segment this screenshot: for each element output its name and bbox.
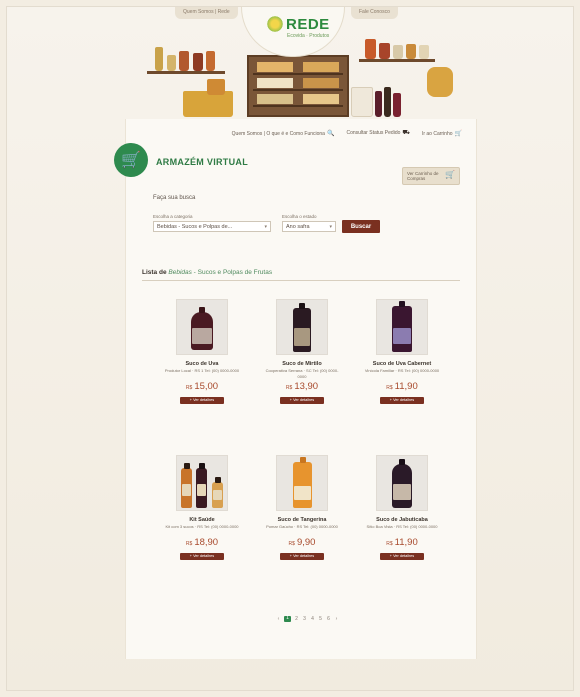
product-name[interactable]: Suco de Uva: [152, 361, 252, 367]
pagination-page[interactable]: 5: [318, 616, 323, 622]
jar-image: [179, 51, 189, 71]
state-label: Escolha o estado: [282, 214, 317, 219]
product-image[interactable]: [276, 455, 328, 511]
jar-image: [206, 51, 215, 71]
basket-image: [427, 67, 453, 97]
top-link-contact[interactable]: Fale Conosco: [351, 7, 398, 19]
cart-icon: 🛒: [445, 170, 455, 179]
bag-image: [351, 87, 373, 117]
product-price: R$ 11,90: [386, 381, 418, 392]
product-image[interactable]: [176, 455, 228, 511]
bottle-image: [375, 91, 382, 117]
divider: [142, 280, 460, 281]
category-select[interactable]: Bebidas - Sucos e Polpas de... ▾: [153, 221, 271, 232]
pagination-page[interactable]: 1: [284, 616, 291, 622]
utility-link-about[interactable]: Quem Somos | O que é e Como Funciona 🔍: [232, 130, 335, 137]
right-shelf: [359, 59, 435, 62]
truck-icon: ⛟: [402, 130, 410, 136]
product-name[interactable]: Suco de Uva Cabernet: [352, 361, 452, 367]
product-price: R$ 9,90: [288, 537, 316, 548]
state-select[interactable]: Ano safra ▾: [282, 221, 336, 232]
product-name[interactable]: Suco de Mirtilo: [252, 361, 352, 367]
produce-image: [183, 91, 233, 117]
search-button[interactable]: Buscar: [342, 220, 380, 233]
product-image[interactable]: [376, 299, 428, 355]
jar-image: [379, 43, 390, 59]
product-price: R$ 11,90: [386, 537, 418, 548]
jar-image: [419, 45, 429, 59]
jar-image: [393, 45, 403, 59]
utility-links: Quem Somos | O que é e Como Funciona 🔍 Co…: [232, 129, 462, 137]
logo[interactable]: REDE Ecovida · Produtos: [241, 7, 345, 57]
category-label: Escolha a categoria: [153, 214, 193, 219]
product-price: R$ 15,00: [185, 381, 219, 392]
cart-icon: 🛒: [454, 130, 462, 137]
pagination-prev[interactable]: ‹: [276, 616, 281, 622]
pagination-page[interactable]: 6: [326, 616, 331, 622]
bottle-image: [155, 47, 163, 71]
pagination-page[interactable]: 2: [294, 616, 299, 622]
details-button[interactable]: + Ver detalhes: [180, 553, 224, 560]
product-image[interactable]: [276, 299, 328, 355]
jar-image: [167, 55, 176, 71]
details-button[interactable]: + Ver detalhes: [280, 397, 324, 404]
bottle-image: [384, 87, 391, 117]
chevron-down-icon: ▾: [264, 224, 267, 230]
utility-link-cart[interactable]: Ir ao Carrinho 🛒: [422, 130, 462, 137]
utility-link-order-status[interactable]: Consultar Status Pedido ⛟: [346, 129, 409, 137]
logo-subtitle: Ecovida · Produtos: [287, 33, 330, 39]
left-shelf: [147, 71, 225, 74]
bottle-image: [393, 93, 401, 117]
jar-image: [365, 39, 376, 59]
pagination-page[interactable]: 4: [310, 616, 315, 622]
list-title: Lista de Bebidas - Sucos e Polpas de Fru…: [142, 269, 273, 276]
details-button[interactable]: + Ver detalhes: [380, 553, 424, 560]
product-price: R$ 18,90: [185, 537, 219, 548]
product-description: Cooperativa Serrana · SC Tel: (00) 0000-…: [265, 368, 339, 379]
jar-image: [406, 44, 416, 59]
product-description: Pomar Gaúcho · RS Tel: (00) 0000-0000: [266, 524, 338, 529]
header: Quem Somos | Rede Fale Conosco REDE Ecov…: [7, 7, 575, 119]
page-title: ARMAZÉM VIRTUAL: [156, 157, 248, 167]
cabinet-image: [247, 55, 349, 117]
jar-image: [207, 79, 225, 95]
sun-icon: [266, 15, 284, 33]
product-name[interactable]: Suco de Jabuticaba: [352, 517, 452, 523]
pagination: ‹ 1 2 3 4 5 6 ›: [276, 616, 339, 622]
content-card: Quem Somos | O que é e Como Funciona 🔍 Co…: [114, 119, 477, 659]
details-button[interactable]: + Ver detalhes: [280, 553, 324, 560]
product-description: Sítio Boa Vista · RS Tel: (00) 0000-0000: [366, 524, 438, 529]
product-description: Produtor Local · RS 1 Tel: (00) 0000-000…: [164, 368, 240, 373]
search-heading: Faça sua busca: [153, 195, 196, 201]
logo-text: REDE: [286, 16, 330, 33]
product-description: Kit com 3 sucos · RS Tel: (00) 0000-0000: [165, 524, 239, 529]
search-icon: 🔍: [326, 130, 335, 137]
product-name[interactable]: Suco de Tangerina: [252, 517, 352, 523]
top-link-about[interactable]: Quem Somos | Rede: [175, 7, 238, 19]
product-image[interactable]: [176, 299, 228, 355]
jar-image: [193, 53, 203, 71]
product-name[interactable]: Kit Saúde: [152, 517, 252, 523]
pagination-page[interactable]: 3: [302, 616, 307, 622]
product-image[interactable]: [376, 455, 428, 511]
pagination-next[interactable]: ›: [334, 616, 339, 622]
chevron-down-icon: ▾: [329, 224, 332, 230]
store-cart-icon: 🛒: [114, 143, 148, 177]
details-button[interactable]: + Ver detalhes: [180, 397, 224, 404]
page-frame: Quem Somos | Rede Fale Conosco REDE Ecov…: [6, 6, 574, 691]
product-price: R$ 13,90: [285, 381, 319, 392]
details-button[interactable]: + Ver detalhes: [380, 397, 424, 404]
product-description: Vinícola Familiar · RS Tel: (00) 0000-00…: [364, 368, 440, 373]
view-cart-button[interactable]: Ver Carrinho de Compras 🛒: [402, 167, 460, 185]
